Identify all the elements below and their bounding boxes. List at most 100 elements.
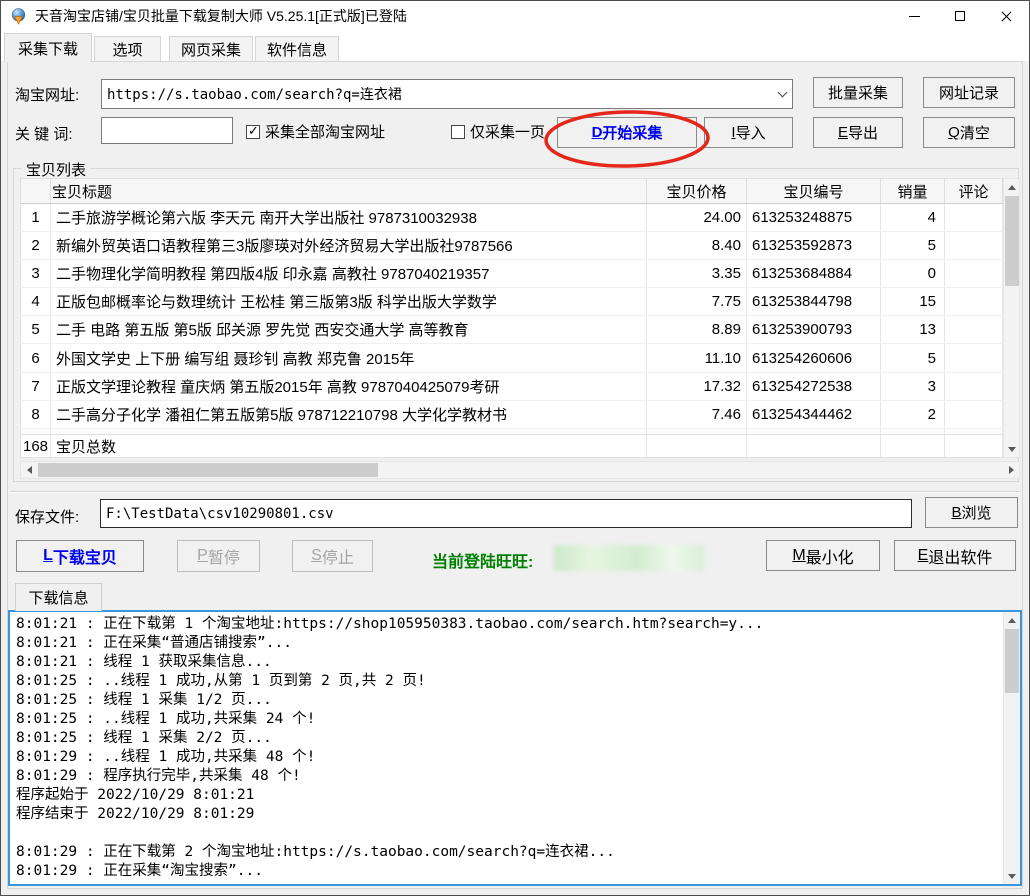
download-items-button[interactable]: L下载宝贝 [16,540,144,572]
exit-app-button[interactable]: E退出软件 [894,540,1016,571]
button-label: 下载宝贝 [53,544,117,568]
cell-sales: 4 [881,204,945,232]
cell-id: 613254272538 [747,372,881,400]
table-row[interactable]: 3二手物理化学简明教程 第四版4版 印永嘉 高教社 97870402193573… [21,260,1003,288]
vertical-scroll-thumb[interactable] [1005,196,1019,286]
taobao-url-combobox [101,79,793,109]
scroll-down-button[interactable] [1004,868,1020,884]
tab-software-info[interactable]: 软件信息 [255,36,339,61]
maximize-window-button[interactable] [937,1,983,31]
cell-id: 613254260606 [747,344,881,372]
cell-comment [945,204,1003,232]
cell-comment [945,288,1003,316]
collect-all-urls-checkbox[interactable]: 采集全部淘宝网址 [246,121,385,142]
url-dropdown-button[interactable] [772,80,792,108]
scroll-up-button[interactable] [1004,612,1020,628]
download-log-text[interactable]: 8:01:21 : 正在下载第 1 个淘宝地址:https://shop1059… [10,612,1003,884]
table-horizontal-scrollbar[interactable] [20,461,1020,479]
save-file-input[interactable] [100,499,912,528]
cell-id: 613254344462 [747,400,881,428]
cell-no: 3 [21,260,51,288]
log-scroll-thumb[interactable] [1005,629,1019,693]
accel-letter: D [592,124,603,141]
table-row[interactable]: 2新编外贸英语口语教程第三3版廖瑛对外经济贸易大学出版社97875668.406… [21,232,1003,260]
cell-title: 二手 电路 第五版 第5版 邱关源 罗先觉 西安交通大学 高等教育 [51,316,647,344]
collect-one-page-checkbox[interactable]: 仅采集一页 [451,121,545,142]
header-comments[interactable]: 评论 [945,179,1003,204]
table-vertical-scrollbar[interactable] [1003,178,1020,458]
app-window: 天音淘宝店铺/宝贝批量下载复制大师 V5.25.1[正式版]已登陆 采集下载 选… [0,0,1030,896]
maximize-icon [955,11,965,21]
item-list-group-label: 宝贝列表 [22,159,90,180]
pause-button[interactable]: P暂停 [177,540,260,572]
table-row[interactable]: 6外国文学史 上下册 编写组 聂珍钊 高教 郑克鲁 2015年11.106132… [21,344,1003,372]
log-vertical-scrollbar[interactable] [1003,612,1020,884]
stop-button[interactable]: S停止 [292,540,373,572]
cell-title: 二手物理化学简明教程 第四版4版 印永嘉 高教社 9787040219357 [51,260,647,288]
accel-letter: M [792,547,805,565]
scroll-left-button[interactable] [21,462,37,478]
tab-download-info[interactable]: 下载信息 [15,583,102,611]
cell-sales: 15 [881,288,945,316]
cell-id: 613253900793 [747,316,881,344]
cell-title: 正版文学理论教程 童庆炳 第五版2015年 高教 9787040425079考研 [51,372,647,400]
minimize-window-button[interactable] [891,1,937,31]
start-collect-button[interactable]: D开始采集 [557,117,697,148]
table-row[interactable]: 8二手高分子化学 潘祖仁第五版第5版 978712210798 大学化学教材书7… [21,400,1003,428]
button-label: 清空 [960,122,990,143]
url-history-button[interactable]: 网址记录 [923,77,1015,108]
batch-collect-button[interactable]: 批量采集 [813,77,903,108]
scroll-down-button[interactable] [1004,441,1020,457]
cell-price: 24.00 [647,204,747,232]
export-button[interactable]: E导出 [813,117,903,148]
arrow-up-icon [1008,618,1016,623]
cell-no: 8 [21,400,51,428]
clear-button[interactable]: Q清空 [923,117,1015,148]
keyword-label: 关 键 词: [15,123,73,144]
checkbox-label: 采集全部淘宝网址 [265,121,385,142]
cell-id: 613253844798 [747,288,881,316]
checkbox-label: 仅采集一页 [470,121,545,142]
item-list-group: 宝贝列表 宝贝标题 宝贝价格 宝贝编号 销量 评论 [13,168,1019,482]
cell-no: 4 [21,288,51,316]
checkbox-box [451,125,465,139]
close-window-button[interactable] [983,1,1029,31]
arrow-right-icon [1009,466,1014,474]
horizontal-scroll-thumb[interactable] [38,463,378,477]
cell-price: 7.75 [647,288,747,316]
cell-id: 613253248875 [747,204,881,232]
browse-button[interactable]: B浏览 [925,497,1018,528]
accel-letter: Q [948,124,960,141]
caption-buttons [891,1,1029,31]
cell-comment [945,400,1003,428]
keyword-input[interactable] [101,117,233,144]
item-table-wrap: 宝贝标题 宝贝价格 宝贝编号 销量 评论 1二手旅游学概论第六版 李天元 南开大… [20,178,1020,458]
cell-no: 2 [21,232,51,260]
tab-web-collect[interactable]: 网页采集 [169,36,253,61]
title-bar[interactable]: 天音淘宝店铺/宝贝批量下载复制大师 V5.25.1[正式版]已登陆 [1,1,1029,31]
tab-label: 选项 [112,39,142,60]
import-button[interactable]: I导入 [704,117,793,148]
cell-title: 二手旅游学概论第六版 李天元 南开大学出版社 9787310032938 [51,204,647,232]
scroll-right-button[interactable] [1003,462,1019,478]
header-sales[interactable]: 销量 [881,179,945,204]
total-count: 168 [21,435,51,458]
tab-collect-download[interactable]: 采集下载 [4,33,92,62]
arrow-down-icon [1008,874,1016,879]
button-label: 导出 [848,122,878,143]
minimize-app-button[interactable]: M最小化 [766,540,880,571]
cell-price: 8.40 [647,232,747,260]
table-row[interactable]: 5二手 电路 第五版 第5版 邱关源 罗先觉 西安交通大学 高等教育8.8961… [21,316,1003,344]
button-label: 最小化 [806,544,854,568]
header-row-number[interactable] [21,179,51,204]
header-item-id[interactable]: 宝贝编号 [747,179,881,204]
table-row[interactable]: 1二手旅游学概论第六版 李天元 南开大学出版社 978731003293824.… [21,204,1003,232]
table-row[interactable]: 4正版包邮概率论与数理统计 王松桂 第三版第3版 科学出版大学数学7.75613… [21,288,1003,316]
table-row[interactable]: 7正版文学理论教程 童庆炳 第五版2015年 高教 9787040425079考… [21,372,1003,400]
taobao-url-input[interactable] [102,80,772,108]
header-item-price[interactable]: 宝贝价格 [647,179,747,204]
header-item-title[interactable]: 宝贝标题 [51,179,647,204]
item-table: 宝贝标题 宝贝价格 宝贝编号 销量 评论 1二手旅游学概论第六版 李天元 南开大… [20,178,1003,458]
scroll-up-button[interactable] [1004,179,1020,195]
tab-options[interactable]: 选项 [94,36,161,61]
